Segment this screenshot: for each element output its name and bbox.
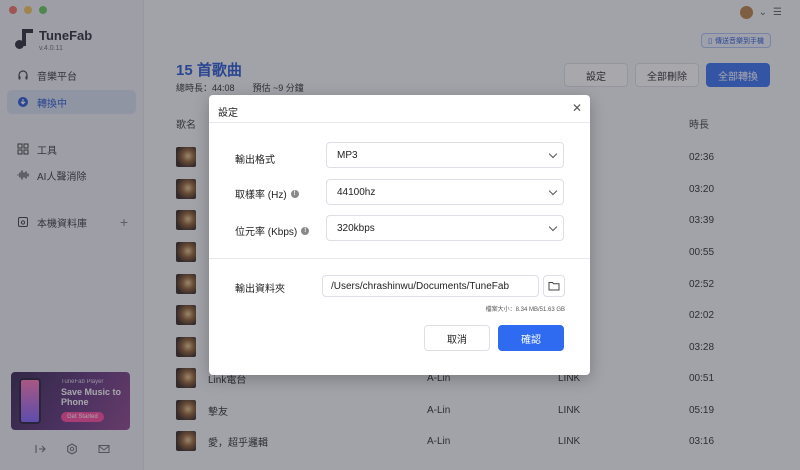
- cancel-button[interactable]: 取消: [424, 325, 490, 351]
- chevron-down-icon: [548, 186, 558, 196]
- chevron-down-icon: [548, 149, 558, 159]
- output-folder-label: 輸出資料夾: [235, 280, 285, 295]
- bitrate-label: 位元率 (Kbps) !: [235, 223, 310, 238]
- divider: [209, 258, 590, 259]
- bitrate-label-text: 位元率 (Kbps): [235, 227, 298, 238]
- divider: [209, 122, 590, 123]
- info-icon[interactable]: !: [290, 189, 299, 198]
- file-size-note: 檔案大小：8.34 MB/51.63 GB: [485, 307, 565, 313]
- sample-rate-value: 44100hz: [337, 186, 376, 198]
- bitrate-select[interactable]: 320kbps: [326, 215, 564, 241]
- folder-icon: [548, 282, 560, 291]
- close-icon[interactable]: ✕: [571, 102, 583, 114]
- bitrate-value: 320kbps: [337, 222, 375, 234]
- output-folder-label-text: 輸出資料夾: [235, 284, 285, 295]
- format-value: MP3: [337, 149, 358, 161]
- dialog-title: 設定: [218, 108, 238, 119]
- chevron-down-icon: [548, 222, 558, 232]
- format-label-text: 輸出格式: [235, 155, 275, 166]
- sample-rate-label: 取樣率 (Hz) !: [235, 186, 299, 201]
- output-folder-input[interactable]: /Users/chrashinwu/Documents/TuneFab: [322, 275, 539, 297]
- confirm-button[interactable]: 確認: [498, 325, 564, 351]
- format-label: 輸出格式: [235, 151, 275, 166]
- sample-rate-select[interactable]: 44100hz: [326, 179, 564, 205]
- info-icon[interactable]: !: [301, 226, 310, 235]
- settings-dialog: 設定 ✕ 輸出格式 MP3 取樣率 (Hz) ! 44100hz 位元率 (Kb…: [209, 95, 590, 375]
- browse-folder-button[interactable]: [543, 275, 565, 297]
- format-select[interactable]: MP3: [326, 142, 564, 168]
- sample-rate-label-text: 取樣率 (Hz): [235, 190, 287, 201]
